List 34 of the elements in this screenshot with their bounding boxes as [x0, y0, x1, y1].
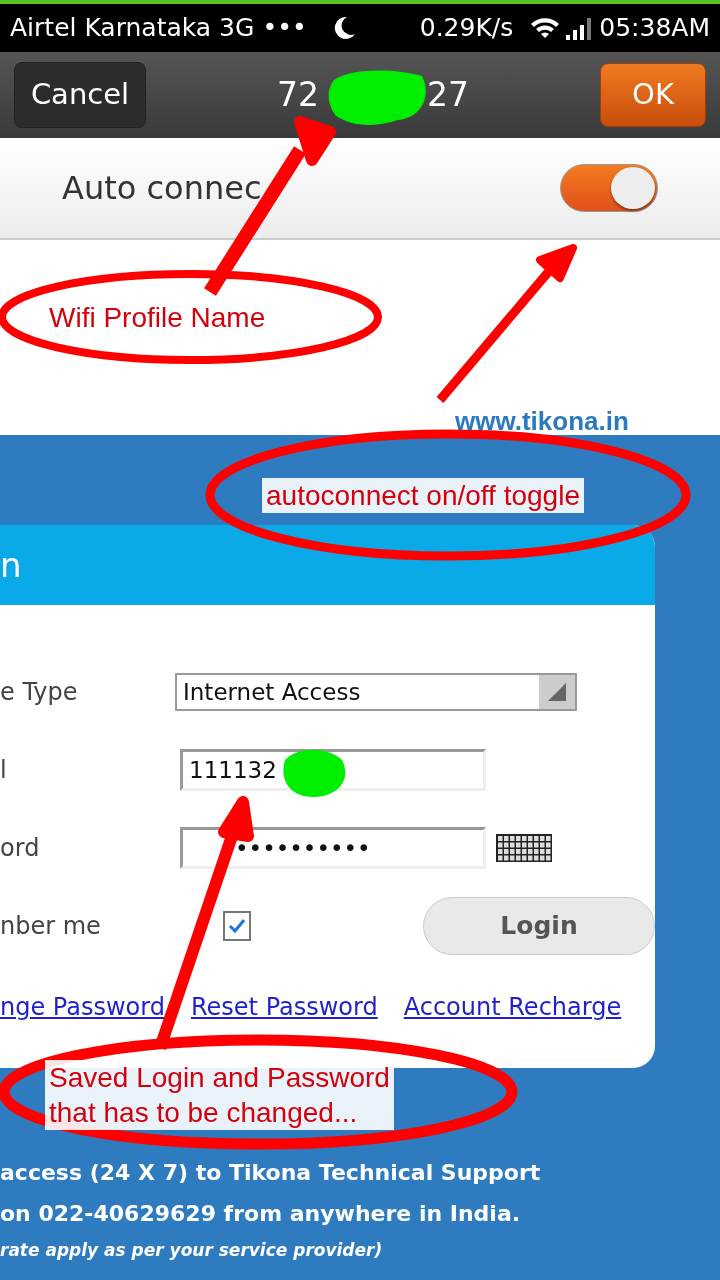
field-label: l: [0, 755, 8, 786]
login-button[interactable]: Login: [423, 897, 655, 955]
dropdown-field[interactable]: Internet Access: [175, 673, 577, 711]
redaction-blob: [283, 749, 346, 797]
note-text: rate apply as per your service provider): [0, 1239, 384, 1262]
field-label: ord: [0, 833, 41, 864]
field-label: e Type: [0, 677, 79, 708]
annotation-text: autoconnect on/off toggle: [262, 478, 584, 513]
auto-connect-label: Auto connec: [62, 168, 262, 209]
field-label: nber me: [0, 911, 102, 942]
ok-button[interactable]: OK: [600, 63, 706, 127]
annotation-text: Saved Login and Password that has to be changed...: [45, 1060, 394, 1130]
input-field[interactable]: ••••••••••: [180, 827, 486, 869]
website-text: www.tikona.in: [455, 405, 629, 438]
cancel-button[interactable]: Cancel: [14, 62, 146, 128]
title-text: 27: [426, 74, 469, 117]
speed-text: 0.29K/s: [419, 12, 514, 45]
time-text: 05:38AM: [599, 12, 710, 45]
title-text: 72: [277, 74, 319, 117]
support-text: on 022-40629629 from anywhere in India.: [0, 1200, 522, 1228]
support-text: access (24 X 7) to Tikona Technical Support: [0, 1159, 542, 1187]
carrier-text: Airtel Karnataka 3G: [10, 12, 255, 45]
link[interactable]: Account Recharge: [403, 989, 622, 1025]
link[interactable]: Reset Password: [190, 989, 378, 1025]
auto-connect-toggle[interactable]: [560, 164, 658, 212]
input-field[interactable]: 111132: [180, 749, 486, 791]
wifi-icon: [529, 15, 562, 41]
checkmark-icon: [228, 917, 246, 935]
link[interactable]: nge Password: [0, 989, 165, 1025]
checkbox[interactable]: [223, 911, 251, 941]
more-dots: •••: [262, 12, 307, 45]
keyboard-icon: [496, 834, 552, 862]
card-title: n: [0, 525, 655, 605]
dropdown-arrow-icon: [548, 683, 566, 701]
